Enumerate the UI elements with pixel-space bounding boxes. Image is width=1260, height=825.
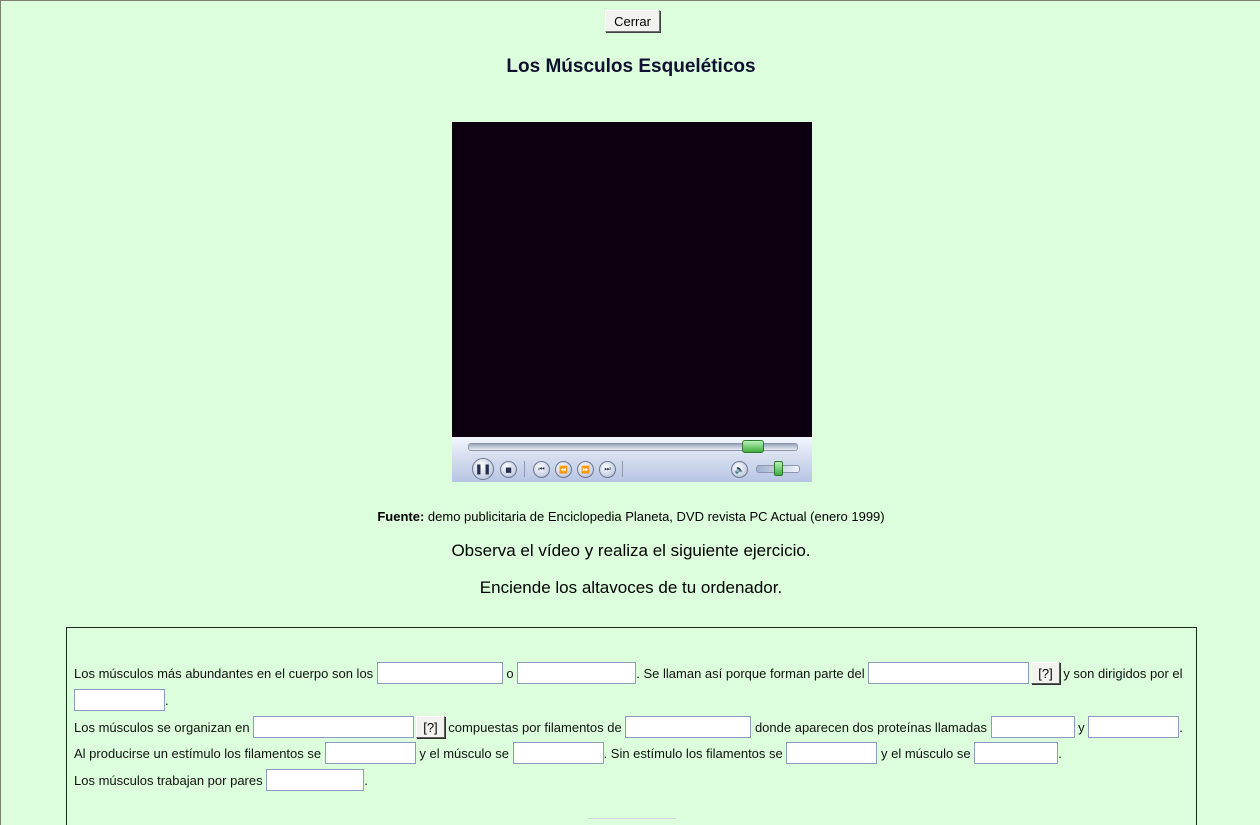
video-screen[interactable] [452,122,812,437]
blank-system[interactable] [868,662,1030,684]
controls-divider [524,461,525,477]
blank-filaments-action-1[interactable] [324,742,416,764]
exercise-sentence-2: Los músculos se organizan en [?] compues… [74,716,1183,738]
close-button[interactable]: Cerrar [605,10,660,32]
sentence-text: . [364,772,368,788]
stop-icon[interactable]: ■ [500,461,517,478]
pause-icon[interactable]: ❚❚ [472,458,494,480]
instruction-speakers: Enciende los altavoces de tu ordenador. [479,578,783,597]
source-text: demo publicitaria de Enciclopedia Planet… [424,509,885,524]
blank-muscle-type-2[interactable] [517,662,637,684]
controls-divider [622,461,623,477]
volume-thumb[interactable] [773,461,783,476]
volume-icon[interactable]: 🔈 [731,461,748,478]
sentence-text: Al producirse un estímulo los filamentos… [74,745,325,761]
sentence-text: Los músculos se organizan en [74,719,254,735]
blank-muscle-action-2[interactable] [974,742,1059,764]
sentence-text: Los músculos trabajan por pares [74,772,267,788]
sentence-text: . Se llaman así porque forman parte del [636,665,869,681]
blank-pairs[interactable] [266,769,365,791]
source-credit: Fuente: demo publicitaria de Enciclopedi… [1,509,1260,524]
help-button[interactable]: [?] [416,716,445,738]
sentence-text: . [1179,719,1183,735]
blank-muscle-action-1[interactable] [512,742,604,764]
source-label: Fuente: [377,509,425,524]
exercise-sentence-4: Los músculos trabajan por pares . [74,769,368,791]
blank-filaments-of[interactable] [625,716,752,738]
exercise-sentence-1-cont: . [74,689,169,711]
previous-icon[interactable]: ⏮ [533,461,550,478]
video-player[interactable]: ❚❚ ■ ⏮ ⏪ ⏩ ⏭ 🔈 [452,122,812,482]
sentence-text: y [1074,719,1089,735]
sentence-text: . [1058,745,1062,761]
blank-filaments-action-2[interactable] [786,742,878,764]
sentence-text: . [165,692,169,708]
fast-forward-icon[interactable]: ⏩ [577,461,594,478]
sentence-text: . Sin estímulo los filamentos se [603,745,787,761]
exercise-sentence-3: Al producirse un estímulo los filamentos… [74,742,1062,764]
fill-in-exercise: Los músculos más abundantes en el cuerpo… [66,627,1197,825]
blank-organized-in[interactable] [253,716,415,738]
exercise-sentence-1: Los músculos más abundantes en el cuerpo… [74,662,1183,684]
sentence-text: donde aparecen dos proteínas llamadas [751,719,991,735]
blank-protein-2[interactable] [1088,716,1180,738]
blank-protein-1[interactable] [990,716,1075,738]
seek-thumb[interactable] [742,440,765,453]
sentence-text: y son dirigidos por el [1059,665,1183,681]
sentence-text: y el músculo se [415,745,513,761]
help-button[interactable]: [?] [1031,662,1060,684]
sentence-text: Los músculos más abundantes en el cuerpo… [74,665,377,681]
blank-directed-by[interactable] [74,689,165,711]
rewind-icon[interactable]: ⏪ [555,461,572,478]
page-title: Los Músculos Esqueléticos [506,56,756,77]
next-icon[interactable]: ⏭ [599,461,616,478]
player-controls: ❚❚ ■ ⏮ ⏪ ⏩ ⏭ 🔈 [452,437,812,482]
blank-muscle-type-1[interactable] [376,662,503,684]
sentence-text: compuestas por filamentos de [444,719,626,735]
sentence-text: y el músculo se [877,745,975,761]
sentence-text: o [502,665,518,681]
instruction-watch: Observa el vídeo y realiza el siguiente … [451,541,811,560]
check-button-edge[interactable] [588,818,676,825]
